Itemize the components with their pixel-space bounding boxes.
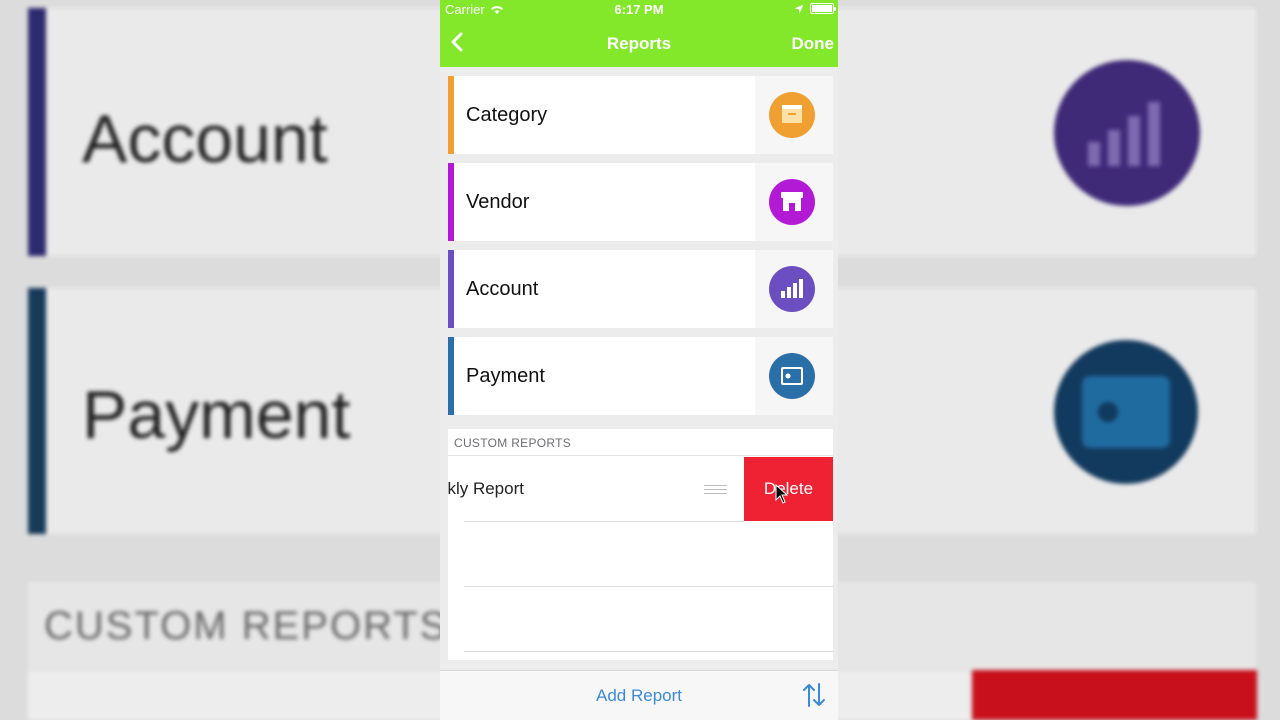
payment-label: Payment xyxy=(466,364,545,387)
bg-account-label: Account xyxy=(82,101,328,177)
sort-arrows-icon xyxy=(803,683,825,707)
archive-box-glyph xyxy=(782,105,802,123)
report-card-account[interactable]: Account xyxy=(448,250,833,328)
category-icon-box xyxy=(755,76,833,154)
delete-button[interactable]: Delete xyxy=(744,457,833,521)
bg-wallet-glyph xyxy=(1082,376,1170,448)
account-label: Account xyxy=(466,277,539,300)
account-stripe xyxy=(448,250,454,328)
location-arrow-icon xyxy=(794,4,804,13)
empty-row xyxy=(448,587,833,652)
sort-button[interactable] xyxy=(800,681,828,709)
phone-screen: Carrier 6:17 PM Reports Done Category Ve… xyxy=(440,0,838,720)
vendor-icon-box xyxy=(755,163,833,241)
archive-box-icon xyxy=(769,92,815,138)
custom-report-row[interactable]: ekly Report Delete xyxy=(448,457,833,522)
category-stripe xyxy=(448,76,454,154)
bg-bar-chart-glyph xyxy=(1088,102,1160,166)
custom-reports-header: CUSTOM REPORTS xyxy=(448,429,833,456)
custom-report-name: ekly Report xyxy=(448,479,524,498)
category-label: Category xyxy=(466,103,548,126)
bar-chart-glyph xyxy=(781,279,803,298)
page-title: Reports xyxy=(606,34,672,53)
done-button[interactable]: Done xyxy=(792,34,835,54)
bg-bar-chart-icon xyxy=(1054,60,1200,206)
storefront-icon xyxy=(769,179,815,225)
wallet-card-icon xyxy=(769,353,815,399)
bg-delete-block xyxy=(972,670,1257,720)
payment-icon-box xyxy=(755,337,833,415)
battery-icon xyxy=(810,3,836,14)
vendor-label: Vendor xyxy=(466,190,530,213)
wallet-card-glyph xyxy=(781,367,803,385)
bg-payment-label: Payment xyxy=(82,377,351,453)
custom-reports-section: CUSTOM REPORTS ekly Report Delete xyxy=(448,429,833,660)
status-bar: Carrier 6:17 PM xyxy=(440,0,838,20)
bottom-toolbar: Add Report xyxy=(440,670,838,720)
storefront-glyph xyxy=(781,192,803,211)
bg-custom-label: CUSTOM REPORTS xyxy=(44,604,449,648)
custom-reports-title: CUSTOM REPORTS xyxy=(454,436,572,450)
row-divider xyxy=(464,651,833,652)
vendor-stripe xyxy=(448,163,454,241)
bg-account-stripe xyxy=(28,8,46,256)
screen: Account Payment CUSTOM REPORTS Carrier 6… xyxy=(0,0,1280,720)
account-icon-box xyxy=(755,250,833,328)
status-time: 6:17 PM xyxy=(614,2,664,17)
add-report-button[interactable]: Add Report xyxy=(440,686,838,706)
bg-wallet-icon xyxy=(1054,340,1198,484)
payment-stripe xyxy=(448,337,454,415)
empty-row xyxy=(448,522,833,587)
report-card-category[interactable]: Category xyxy=(448,76,833,154)
bar-chart-icon xyxy=(769,266,815,312)
navigation-bar: Carrier 6:17 PM Reports Done xyxy=(440,0,838,67)
status-right xyxy=(794,3,836,14)
reorder-handle-icon[interactable] xyxy=(704,485,727,497)
report-card-payment[interactable]: Payment xyxy=(448,337,833,415)
report-card-vendor[interactable]: Vendor xyxy=(448,163,833,241)
bg-payment-stripe xyxy=(28,288,46,534)
